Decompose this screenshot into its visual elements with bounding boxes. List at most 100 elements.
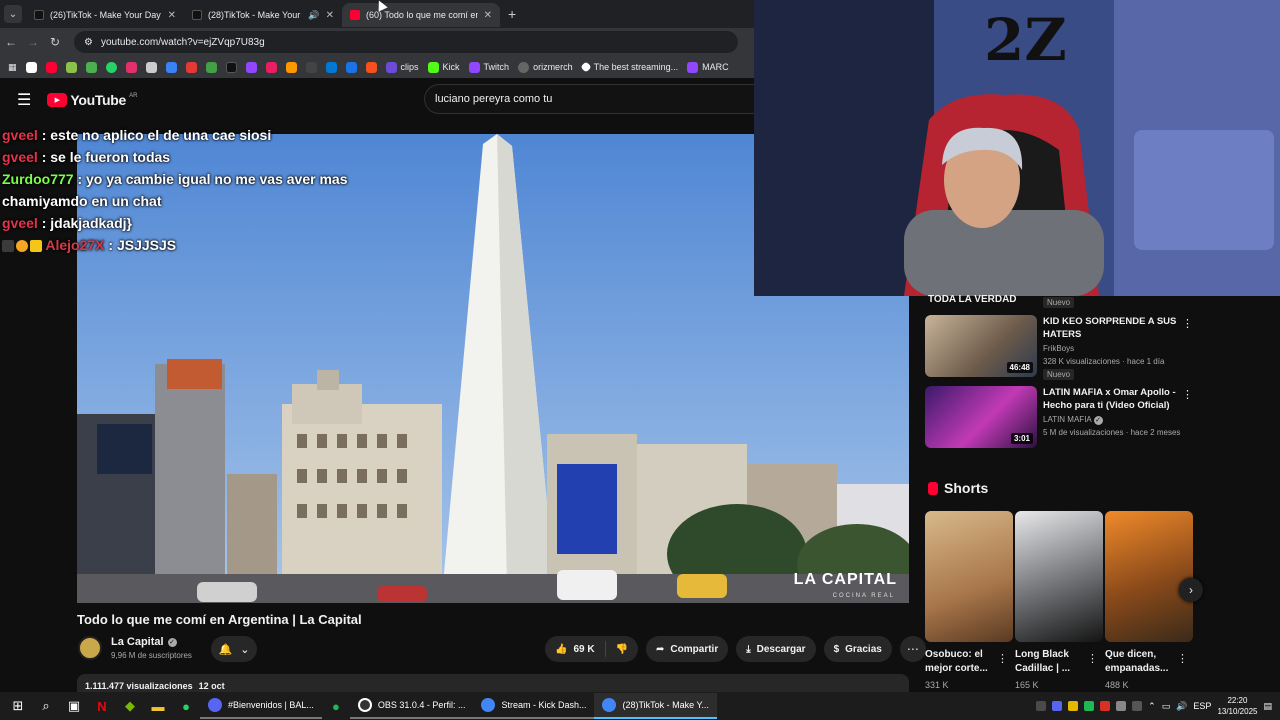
- nvidia-icon[interactable]: ◆: [116, 692, 144, 720]
- notifications-button[interactable]: 🔔 ⌄: [211, 636, 257, 662]
- bookmark-icon[interactable]: [185, 61, 197, 73]
- youtube-bookmark-icon[interactable]: [45, 61, 57, 73]
- taskbar-app-kick[interactable]: Stream - Kick Dash...: [473, 693, 595, 719]
- task-view-icon[interactable]: ▣: [60, 692, 88, 720]
- notification-icon[interactable]: ▤: [1263, 701, 1272, 712]
- netflix-icon[interactable]: N: [88, 692, 116, 720]
- forward-icon[interactable]: →: [22, 35, 44, 49]
- back-icon[interactable]: ←: [0, 35, 22, 49]
- clock[interactable]: 22:20 13/10/2025: [1217, 695, 1257, 717]
- spotify-icon[interactable]: ●: [322, 692, 350, 720]
- menu-icon[interactable]: ☰: [17, 90, 31, 110]
- tiktok-icon: [34, 10, 44, 20]
- bookmark-icon[interactable]: [245, 61, 257, 73]
- more-actions-button[interactable]: ⋯: [899, 636, 926, 662]
- tray-icon[interactable]: [1036, 701, 1047, 711]
- folder-icon[interactable]: ▬: [144, 692, 172, 720]
- kebab-menu-icon[interactable]: ⋮: [997, 652, 1008, 665]
- bookmark-icon[interactable]: [305, 61, 317, 73]
- video-thumbnail[interactable]: 46:48: [925, 315, 1037, 377]
- tray-icon[interactable]: [1116, 701, 1127, 711]
- kebab-menu-icon[interactable]: ⋮: [1182, 317, 1193, 330]
- whatsapp-icon[interactable]: ●: [172, 692, 200, 720]
- download-button[interactable]: ⤓ Descargar: [736, 636, 816, 662]
- network-icon[interactable]: ▭: [1162, 701, 1171, 712]
- windows-start-icon[interactable]: ⊞: [4, 692, 32, 720]
- bookmark-streaming[interactable]: The best streaming...: [579, 61, 678, 73]
- shorts-next-button[interactable]: ›: [1179, 578, 1203, 602]
- tray-icon[interactable]: [1132, 701, 1143, 711]
- site-info-icon[interactable]: ⚙: [84, 37, 93, 48]
- taskbar-app-obs[interactable]: OBS 31.0.4 - Perfil: ...: [349, 693, 474, 719]
- recommended-channel[interactable]: FrikBoys: [1043, 344, 1074, 353]
- search-icon[interactable]: ⌕: [32, 692, 60, 720]
- tab-youtube[interactable]: (60) Todo lo que me comí en A ✕: [342, 3, 500, 27]
- recommended-video[interactable]: 46:48 KID KEO SORPRENDE A SUS HATERS Fri…: [925, 315, 1195, 380]
- globe-icon: [518, 61, 530, 73]
- dislike-button[interactable]: 👎: [606, 644, 638, 655]
- duration-badge: 46:48: [1006, 362, 1033, 373]
- tray-icon[interactable]: [1084, 701, 1095, 711]
- close-icon[interactable]: ✕: [326, 10, 334, 21]
- taskbar-app-tiktok[interactable]: (28)TikTok - Make Y...: [594, 693, 717, 719]
- translate-icon[interactable]: [345, 61, 357, 73]
- discord-tray-icon[interactable]: [1052, 701, 1063, 711]
- kebab-menu-icon[interactable]: ⋮: [1177, 652, 1188, 665]
- whatsapp-icon[interactable]: [105, 61, 117, 73]
- bookmark-icon[interactable]: [165, 61, 177, 73]
- tab-tiktok-1[interactable]: (26)TikTok - Make Your Day ✕: [26, 3, 184, 27]
- bookmark-icon[interactable]: [265, 61, 277, 73]
- recommended-channel[interactable]: LATIN MAFIA ✓: [1043, 415, 1103, 425]
- video-thumbnail[interactable]: 3:01: [925, 386, 1037, 448]
- kebab-menu-icon[interactable]: ⋮: [1087, 652, 1098, 665]
- bookmark-icon[interactable]: [365, 61, 377, 73]
- new-tab-button[interactable]: +: [508, 6, 516, 22]
- short-title[interactable]: Que dicen, empanadas...: [1105, 648, 1175, 676]
- url-input[interactable]: ⚙ youtube.com/watch?v=ejZVqp7U83g: [74, 31, 738, 53]
- reload-icon[interactable]: ↻: [44, 35, 66, 49]
- speaker-icon[interactable]: 🔊: [308, 10, 319, 21]
- tiktok-icon[interactable]: [225, 61, 237, 73]
- thanks-button[interactable]: $ Gracias: [823, 636, 892, 662]
- short-thumbnail[interactable]: [925, 511, 1013, 642]
- recommended-title[interactable]: KID KEO SORPRENDE A SUS HATERS: [1043, 315, 1183, 341]
- recommended-video[interactable]: 3:01 LATIN MAFIA x Omar Apollo - Hecho p…: [925, 386, 1195, 448]
- bookmark-clips[interactable]: clips: [385, 61, 419, 73]
- volume-icon[interactable]: 🔊: [1176, 701, 1187, 712]
- bookmark-icon[interactable]: [145, 61, 157, 73]
- kebab-menu-icon[interactable]: ⋮: [1182, 388, 1193, 401]
- chevron-up-icon[interactable]: ⌃: [1148, 701, 1156, 712]
- bookmark-orizmerch[interactable]: orizmerch: [518, 61, 573, 73]
- recommended-title[interactable]: LATIN MAFIA x Omar Apollo - Hecho para t…: [1043, 386, 1183, 412]
- share-button[interactable]: ➦ Compartir: [646, 636, 729, 662]
- tab-search-button[interactable]: ⌄: [4, 5, 22, 23]
- short-thumbnail[interactable]: [1105, 511, 1193, 642]
- taskbar-app-discord[interactable]: #Bienvenidos | BAL...: [200, 693, 322, 719]
- bookmark-icon[interactable]: [85, 61, 97, 73]
- tab-tiktok-2[interactable]: (28)TikTok - Make Your Day 🔊 ✕: [184, 3, 342, 27]
- bookmark-marc[interactable]: MARC: [687, 61, 729, 73]
- bookmark-icon[interactable]: [65, 61, 77, 73]
- channel-name[interactable]: La Capital ✓: [111, 636, 177, 648]
- url-text: youtube.com/watch?v=ejZVqp7U83g: [100, 36, 265, 48]
- tray-icon[interactable]: [1068, 701, 1079, 711]
- avatar[interactable]: [78, 636, 102, 660]
- instagram-icon[interactable]: [125, 61, 137, 73]
- short-thumbnail[interactable]: [1015, 511, 1103, 642]
- tray-icon[interactable]: [1100, 701, 1111, 711]
- google-icon[interactable]: [25, 61, 37, 73]
- short-title[interactable]: Long Black Cadillac | ...: [1015, 648, 1085, 676]
- apps-grid-icon[interactable]: ▦: [8, 62, 17, 73]
- short-title[interactable]: Osobuco: el mejor corte...: [925, 648, 995, 676]
- bookmark-icon[interactable]: [285, 61, 297, 73]
- close-icon[interactable]: ✕: [168, 10, 176, 21]
- youtube-logo[interactable]: ▶ YouTube AR: [47, 92, 137, 108]
- bookmark-twitch[interactable]: Twitch: [468, 61, 509, 73]
- like-button[interactable]: 👍 69 K: [545, 641, 606, 657]
- language-indicator[interactable]: ESP: [1193, 701, 1211, 711]
- close-icon[interactable]: ✕: [484, 10, 492, 21]
- search-input[interactable]: luciano pereyra como tu: [424, 84, 754, 114]
- bookmark-icon[interactable]: [205, 61, 217, 73]
- bookmark-kick[interactable]: Kick: [427, 61, 460, 73]
- outlook-icon[interactable]: [325, 61, 337, 73]
